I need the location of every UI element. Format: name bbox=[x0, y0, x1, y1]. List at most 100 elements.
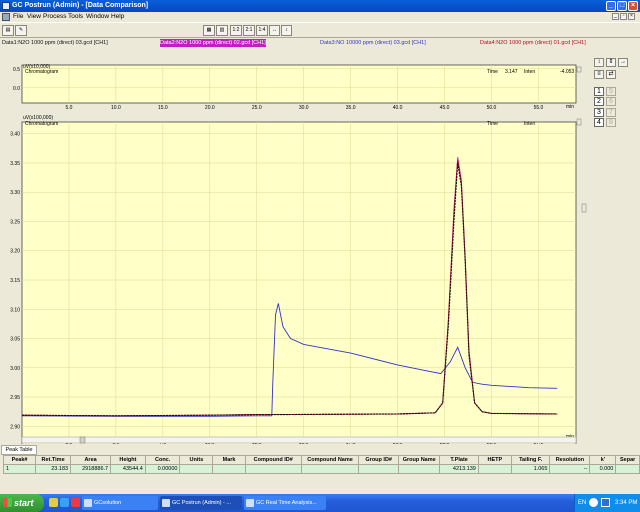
view-8-button[interactable]: 8 bbox=[606, 118, 616, 127]
help-icon[interactable] bbox=[589, 498, 598, 507]
tray-app-icon[interactable] bbox=[601, 498, 610, 507]
arrow-right-icon[interactable]: → bbox=[618, 58, 628, 67]
table-cell[interactable] bbox=[212, 464, 246, 474]
table-cell[interactable]: 43544.4 bbox=[110, 464, 146, 474]
taskbar: start GCsolution GC Postrun (Admin) - ..… bbox=[0, 494, 640, 512]
table-cell[interactable] bbox=[244, 464, 302, 474]
arrow-up-down-icon[interactable]: ↕ bbox=[594, 58, 604, 67]
start-button[interactable]: start bbox=[0, 494, 44, 512]
gc-postrun-icon bbox=[162, 499, 170, 507]
view-7-button[interactable]: 7 bbox=[606, 108, 616, 117]
table-cell[interactable]: 0.000 bbox=[589, 464, 617, 474]
column-header[interactable]: Compound ID# bbox=[244, 455, 302, 465]
view-6-button[interactable]: 6 bbox=[606, 97, 616, 106]
peak-table-tab[interactable]: Peak Table bbox=[1, 445, 37, 455]
menu-file[interactable]: File bbox=[13, 12, 23, 22]
table-cell[interactable]: 1 bbox=[2, 464, 37, 474]
zoom-1-2-button[interactable]: 1:2 bbox=[230, 25, 242, 36]
table-row[interactable]: 1 23.183 2918886.7 43544.4 0.00000 4213.139 1.… bbox=[2, 464, 640, 474]
legend-data1[interactable]: Data1:N2O 1000 ppm (direct) 03.gcd [CH1] bbox=[2, 38, 108, 48]
column-header[interactable]: T.Plate bbox=[439, 455, 479, 465]
table-cell[interactable]: 1.065 bbox=[510, 464, 551, 474]
column-header[interactable]: k' bbox=[589, 455, 617, 465]
column-header[interactable]: Area bbox=[70, 455, 112, 465]
column-header[interactable]: Resolution bbox=[549, 455, 591, 465]
column-header[interactable]: Units bbox=[179, 455, 214, 465]
column-header[interactable]: Conc. bbox=[144, 455, 181, 465]
task-gc-postrun[interactable]: GC Postrun (Admin) - ... bbox=[160, 496, 242, 510]
overview-xtick-label: 50.0 bbox=[487, 105, 497, 111]
main-ytick-label: 3.25 bbox=[10, 219, 20, 225]
document-icon[interactable] bbox=[2, 13, 10, 21]
view-1-button[interactable]: 1 bbox=[594, 87, 604, 96]
column-header[interactable]: Group ID# bbox=[358, 455, 399, 465]
horizontal-scroll-thumb[interactable] bbox=[79, 436, 86, 444]
menu-tools[interactable]: Tools bbox=[68, 12, 83, 22]
zoom-1-4-button[interactable]: 1:4 bbox=[256, 25, 268, 36]
column-header[interactable]: Compound Name bbox=[300, 455, 360, 465]
swap-icon[interactable]: ⇄ bbox=[606, 70, 616, 79]
minimize-button[interactable]: _ bbox=[606, 1, 616, 11]
column-header[interactable]: Ret.Time bbox=[35, 455, 72, 465]
language-indicator[interactable]: EN bbox=[578, 494, 586, 512]
table-cell[interactable]: -- bbox=[549, 464, 591, 474]
legend-data3[interactable]: Data3:NO 10000 ppm (direct) 03.gcd [CH1] bbox=[320, 38, 426, 48]
overlay-icon[interactable]: ▦ bbox=[203, 25, 215, 36]
view-4-button[interactable]: 4 bbox=[594, 118, 604, 127]
arrow-updown-alt-icon[interactable]: ⇕ bbox=[606, 58, 616, 67]
table-cell[interactable]: 2918886.7 bbox=[70, 464, 112, 474]
overview-xtick-label: 10.0 bbox=[111, 105, 121, 111]
menu-help[interactable]: Help bbox=[111, 12, 124, 22]
close-button[interactable]: × bbox=[628, 1, 638, 11]
table-cell[interactable] bbox=[179, 464, 214, 474]
fit-vertical-icon[interactable]: ↕ bbox=[281, 25, 292, 36]
column-header[interactable]: Separ bbox=[615, 455, 640, 465]
mdi-close-icon[interactable]: × bbox=[628, 13, 635, 20]
table-cell[interactable]: 0.00000 bbox=[144, 464, 181, 474]
legend-data4[interactable]: Data4:N2O 1000 ppm (direct) 01.gcd [CH1] bbox=[480, 38, 586, 48]
fit-horizontal-icon[interactable]: ↔ bbox=[269, 25, 280, 36]
table-cell[interactable] bbox=[397, 464, 441, 474]
column-header[interactable]: Mark bbox=[212, 455, 246, 465]
open-icon[interactable]: ▤ bbox=[2, 25, 14, 36]
column-header[interactable]: Group Name bbox=[397, 455, 441, 465]
zoom-2-1-button[interactable]: 2:1 bbox=[243, 25, 255, 36]
stack-icon[interactable]: ≡ bbox=[594, 70, 604, 79]
edit-icon[interactable]: ✎ bbox=[15, 25, 27, 36]
legend-data2[interactable]: Data2:N2O 1000 ppm (direct) 02.gcd [CH1] bbox=[160, 39, 266, 47]
quicklaunch-app-icon[interactable] bbox=[71, 498, 80, 507]
overview-time-label: Time bbox=[487, 69, 498, 75]
table-cell[interactable]: 23.183 bbox=[35, 464, 72, 474]
compare-icon[interactable]: ▥ bbox=[216, 25, 228, 36]
mdi-restore-icon[interactable]: ▫ bbox=[620, 13, 627, 20]
menu-process[interactable]: Process bbox=[43, 12, 66, 22]
task-gc-realtime[interactable]: GC Real Time Analysis... bbox=[244, 496, 326, 510]
menu-view[interactable]: View bbox=[27, 12, 41, 22]
main-plot-area[interactable] bbox=[21, 121, 577, 444]
view-2-button[interactable]: 2 bbox=[594, 97, 604, 106]
horizontal-scrollbar[interactable] bbox=[21, 436, 577, 444]
table-cell[interactable]: 4213.139 bbox=[439, 464, 479, 474]
quicklaunch-browser-icon[interactable] bbox=[60, 498, 69, 507]
main-scroll-top[interactable] bbox=[576, 118, 582, 126]
column-header[interactable]: Tailing F. bbox=[510, 455, 551, 465]
task-gcsolution[interactable]: GCsolution bbox=[82, 496, 158, 510]
column-header[interactable]: Peak# bbox=[2, 455, 37, 465]
clock[interactable]: 3:34 PM bbox=[615, 494, 637, 512]
view-5-button[interactable]: 5 bbox=[606, 87, 616, 96]
table-cell[interactable] bbox=[615, 464, 640, 474]
view-3-button[interactable]: 3 bbox=[594, 108, 604, 117]
column-header[interactable]: HETP bbox=[477, 455, 512, 465]
main-scroll-handle[interactable] bbox=[581, 203, 587, 213]
menu-window[interactable]: Window bbox=[86, 12, 109, 22]
table-cell[interactable] bbox=[300, 464, 360, 474]
quicklaunch-folder-icon[interactable] bbox=[49, 498, 58, 507]
overview-scroll-handle[interactable] bbox=[576, 66, 582, 73]
mdi-minimize-icon[interactable]: _ bbox=[612, 13, 619, 20]
overview-xtick-label: 20.0 bbox=[205, 105, 215, 111]
table-cell[interactable] bbox=[358, 464, 399, 474]
column-header[interactable]: Height bbox=[110, 455, 146, 465]
table-cell[interactable] bbox=[477, 464, 512, 474]
maximize-button[interactable]: □ bbox=[617, 1, 627, 11]
chromatogram-area: 5.0 10.0 15.0 20.0 25.0 30.0 35.0 40.0 45.0 50.0 5… bbox=[10, 64, 587, 444]
